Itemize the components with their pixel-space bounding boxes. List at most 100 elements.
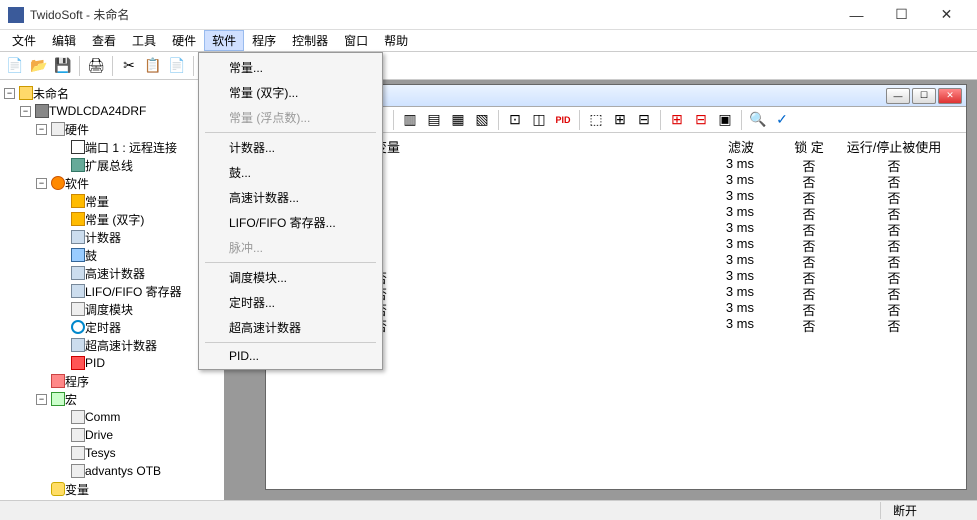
mdi-close-button[interactable]: ✕: [938, 88, 962, 104]
copy-icon[interactable]: 📋: [142, 55, 164, 77]
tree-sw-item[interactable]: 调度模块: [85, 301, 133, 318]
cell-run: 否: [844, 300, 944, 316]
tree-item-icon: [71, 266, 85, 280]
cell-variable: [374, 220, 654, 236]
tree-bus[interactable]: 扩展总线: [85, 157, 133, 174]
tree-macro-item[interactable]: Tesys: [85, 446, 116, 460]
tool-icon[interactable]: ⊟: [633, 109, 655, 131]
menu-查看[interactable]: 查看: [84, 30, 124, 51]
tool-icon[interactable]: ⊞: [666, 109, 688, 131]
software-icon: [51, 176, 65, 190]
tool-icon[interactable]: ▤: [423, 109, 445, 131]
tool-icon[interactable]: ◫: [528, 109, 550, 131]
close-button[interactable]: ✕: [924, 1, 969, 29]
tree-sw-item[interactable]: 超高速计数器: [85, 337, 157, 354]
header-run: 运行/停止被使用: [844, 137, 944, 156]
cell-lock: 否: [774, 188, 844, 204]
menu-item[interactable]: 常量...: [201, 55, 380, 80]
project-tree-panel[interactable]: − 未命名 − TWDLCDA24DRF − 硬件 端口 1 : 远程连接 扩展…: [0, 80, 225, 500]
cell-filter: 3 ms: [654, 316, 774, 332]
paste-icon[interactable]: 📄: [166, 55, 188, 77]
check-icon[interactable]: ✓: [771, 109, 793, 131]
menu-程序[interactable]: 程序: [244, 30, 284, 51]
cell-filter: 3 ms: [654, 284, 774, 300]
tree-variable[interactable]: 变量: [65, 481, 89, 498]
menu-窗口[interactable]: 窗口: [336, 30, 376, 51]
tree-sw-item[interactable]: PID: [85, 356, 105, 370]
mdi-maximize-button[interactable]: ☐: [912, 88, 936, 104]
menu-item[interactable]: 鼓...: [201, 160, 380, 185]
menu-帮助[interactable]: 帮助: [376, 30, 416, 51]
macro-item-icon: [71, 446, 85, 460]
search-icon[interactable]: 🔍: [747, 109, 769, 131]
tree-sw-item[interactable]: 高速计数器: [85, 265, 145, 282]
tree-item-icon: [71, 194, 85, 208]
tree-macro-item[interactable]: advantys OTB: [85, 464, 161, 478]
cell-lock: 否: [774, 284, 844, 300]
menu-item[interactable]: PID...: [201, 345, 380, 367]
cell-run: 否: [844, 284, 944, 300]
tree-root[interactable]: 未命名: [33, 85, 69, 102]
expander-icon[interactable]: −: [36, 394, 47, 405]
menu-separator: [205, 342, 376, 343]
menu-item[interactable]: 高速计数器...: [201, 185, 380, 210]
menu-硬件[interactable]: 硬件: [164, 30, 204, 51]
tree-sw-item[interactable]: 鼓: [85, 247, 97, 264]
tree-sw-item[interactable]: 常量 (双字): [85, 211, 144, 228]
titlebar: TwidoSoft - 未命名 — ☐ ✕: [0, 0, 977, 30]
tree-macro[interactable]: 宏: [65, 391, 77, 408]
print-icon[interactable]: 🖨: [85, 55, 107, 77]
cell-filter: 3 ms: [654, 220, 774, 236]
tree-sw-item[interactable]: 计数器: [85, 229, 121, 246]
tree-dynamic[interactable]: 动态数据表: [65, 499, 125, 501]
tree-macro-item[interactable]: Drive: [85, 428, 113, 442]
tree-program[interactable]: 程序: [65, 373, 89, 390]
tree-port[interactable]: 端口 1 : 远程连接: [85, 139, 177, 156]
tree-macro-item[interactable]: Comm: [85, 410, 120, 424]
tool-icon[interactable]: ⬚: [585, 109, 607, 131]
tree-sw-item[interactable]: 定时器: [85, 319, 121, 336]
tool-icon[interactable]: ▥: [399, 109, 421, 131]
minimize-button[interactable]: —: [834, 1, 879, 29]
menu-item[interactable]: 调度模块...: [201, 265, 380, 290]
main-toolbar: 📄 📂 💾 🖨 ✂ 📋 📄: [0, 52, 977, 80]
expander-icon[interactable]: −: [20, 106, 31, 117]
maximize-button[interactable]: ☐: [879, 1, 924, 29]
new-file-icon[interactable]: 📄: [4, 55, 26, 77]
expander-icon[interactable]: −: [4, 88, 15, 99]
menu-item[interactable]: 定时器...: [201, 290, 380, 315]
expander-icon[interactable]: −: [36, 178, 47, 189]
menu-软件[interactable]: 软件: [204, 30, 244, 51]
tool-icon[interactable]: ▦: [447, 109, 469, 131]
menu-item[interactable]: LIFO/FIFO 寄存器...: [201, 210, 380, 235]
main-area: − 未命名 − TWDLCDA24DRF − 硬件 端口 1 : 远程连接 扩展…: [0, 80, 977, 500]
cut-icon[interactable]: ✂: [118, 55, 140, 77]
menu-item[interactable]: 超高速计数器: [201, 315, 380, 340]
menu-item[interactable]: 计数器...: [201, 135, 380, 160]
expander-icon[interactable]: −: [36, 124, 47, 135]
tool-icon[interactable]: ⊞: [609, 109, 631, 131]
tool-icon[interactable]: ⊡: [504, 109, 526, 131]
cell-variable: 否: [374, 284, 654, 300]
open-file-icon[interactable]: 📂: [28, 55, 50, 77]
menu-工具[interactable]: 工具: [124, 30, 164, 51]
save-icon[interactable]: 💾: [52, 55, 74, 77]
tree-software[interactable]: 软件: [65, 175, 89, 192]
menu-编辑[interactable]: 编辑: [44, 30, 84, 51]
tool-icon[interactable]: ▧: [471, 109, 493, 131]
tree-hardware[interactable]: 硬件: [65, 121, 89, 138]
menu-控制器[interactable]: 控制器: [284, 30, 336, 51]
menu-separator: [205, 132, 376, 133]
tool-icon[interactable]: ▣: [714, 109, 736, 131]
tree-sw-item[interactable]: 常量: [85, 193, 109, 210]
tree-item-icon: [71, 320, 85, 334]
cell-filter: 3 ms: [654, 156, 774, 172]
folder-icon: [19, 86, 33, 100]
pid-tool-icon[interactable]: PID: [552, 109, 574, 131]
tree-device[interactable]: TWDLCDA24DRF: [49, 104, 146, 118]
menu-文件[interactable]: 文件: [4, 30, 44, 51]
tree-sw-item[interactable]: LIFO/FIFO 寄存器: [85, 283, 182, 300]
menu-item[interactable]: 常量 (双字)...: [201, 80, 380, 105]
mdi-minimize-button[interactable]: —: [886, 88, 910, 104]
tool-icon[interactable]: ⊟: [690, 109, 712, 131]
